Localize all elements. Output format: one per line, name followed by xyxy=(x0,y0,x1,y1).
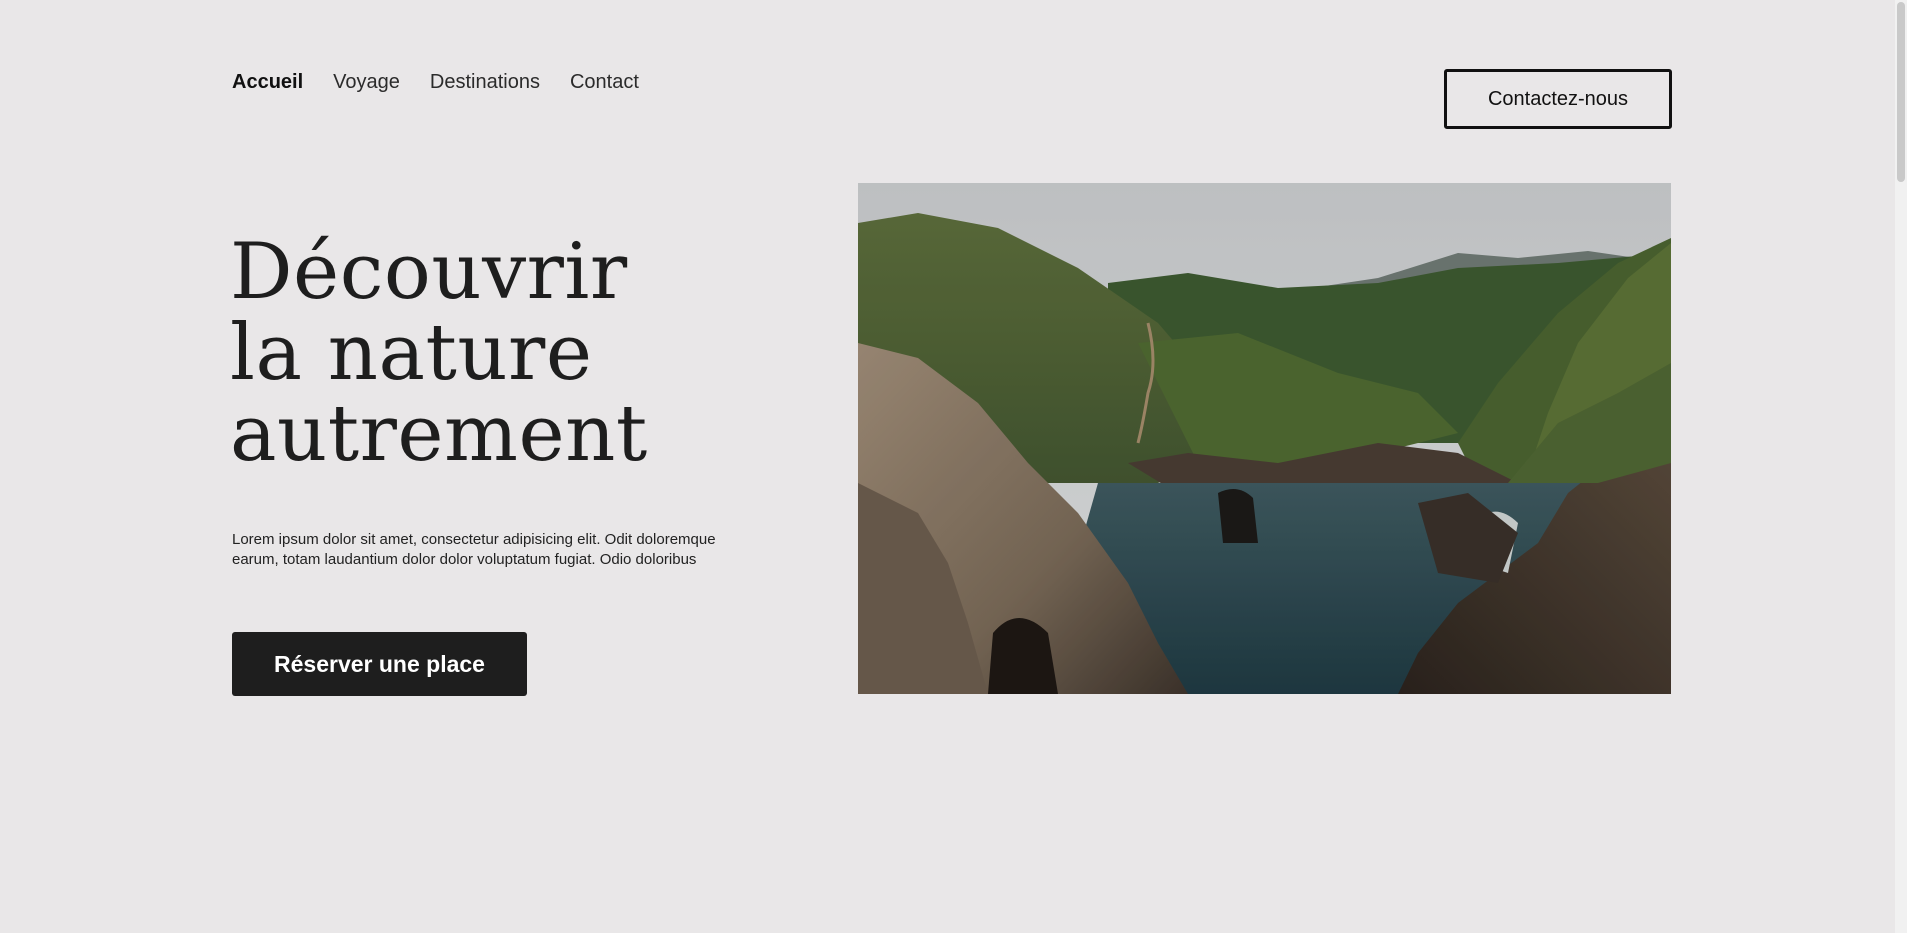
hero-description-line-1: Lorem ipsum dolor sit amet, consectetur … xyxy=(232,531,716,548)
hero-description-line-2: earum, totam laudantium dolor dolor volu… xyxy=(232,551,697,568)
hero-title-line-3: autrement xyxy=(230,389,648,479)
main-nav: Accueil Voyage Destinations Contact xyxy=(232,70,639,94)
scrollbar-thumb[interactable] xyxy=(1897,2,1905,182)
hero-image xyxy=(858,183,1671,694)
hero-title-line-1: Découvrir xyxy=(230,227,628,317)
nav-link-destinations[interactable]: Destinations xyxy=(430,70,540,94)
coastal-cliffs-landscape-icon xyxy=(858,183,1671,694)
reserve-button[interactable]: Réserver une place xyxy=(232,632,527,696)
hero-description: Lorem ipsum dolor sit amet, consectetur … xyxy=(232,530,772,570)
hero-title: Découvrir la nature autrement xyxy=(230,232,648,475)
nav-link-accueil[interactable]: Accueil xyxy=(232,70,303,94)
contact-button[interactable]: Contactez-nous xyxy=(1444,69,1672,129)
page-scrollbar[interactable] xyxy=(1895,0,1907,933)
nav-link-contact[interactable]: Contact xyxy=(570,70,639,94)
nav-link-voyage[interactable]: Voyage xyxy=(333,70,400,94)
hero-title-line-2: la nature xyxy=(230,308,593,398)
